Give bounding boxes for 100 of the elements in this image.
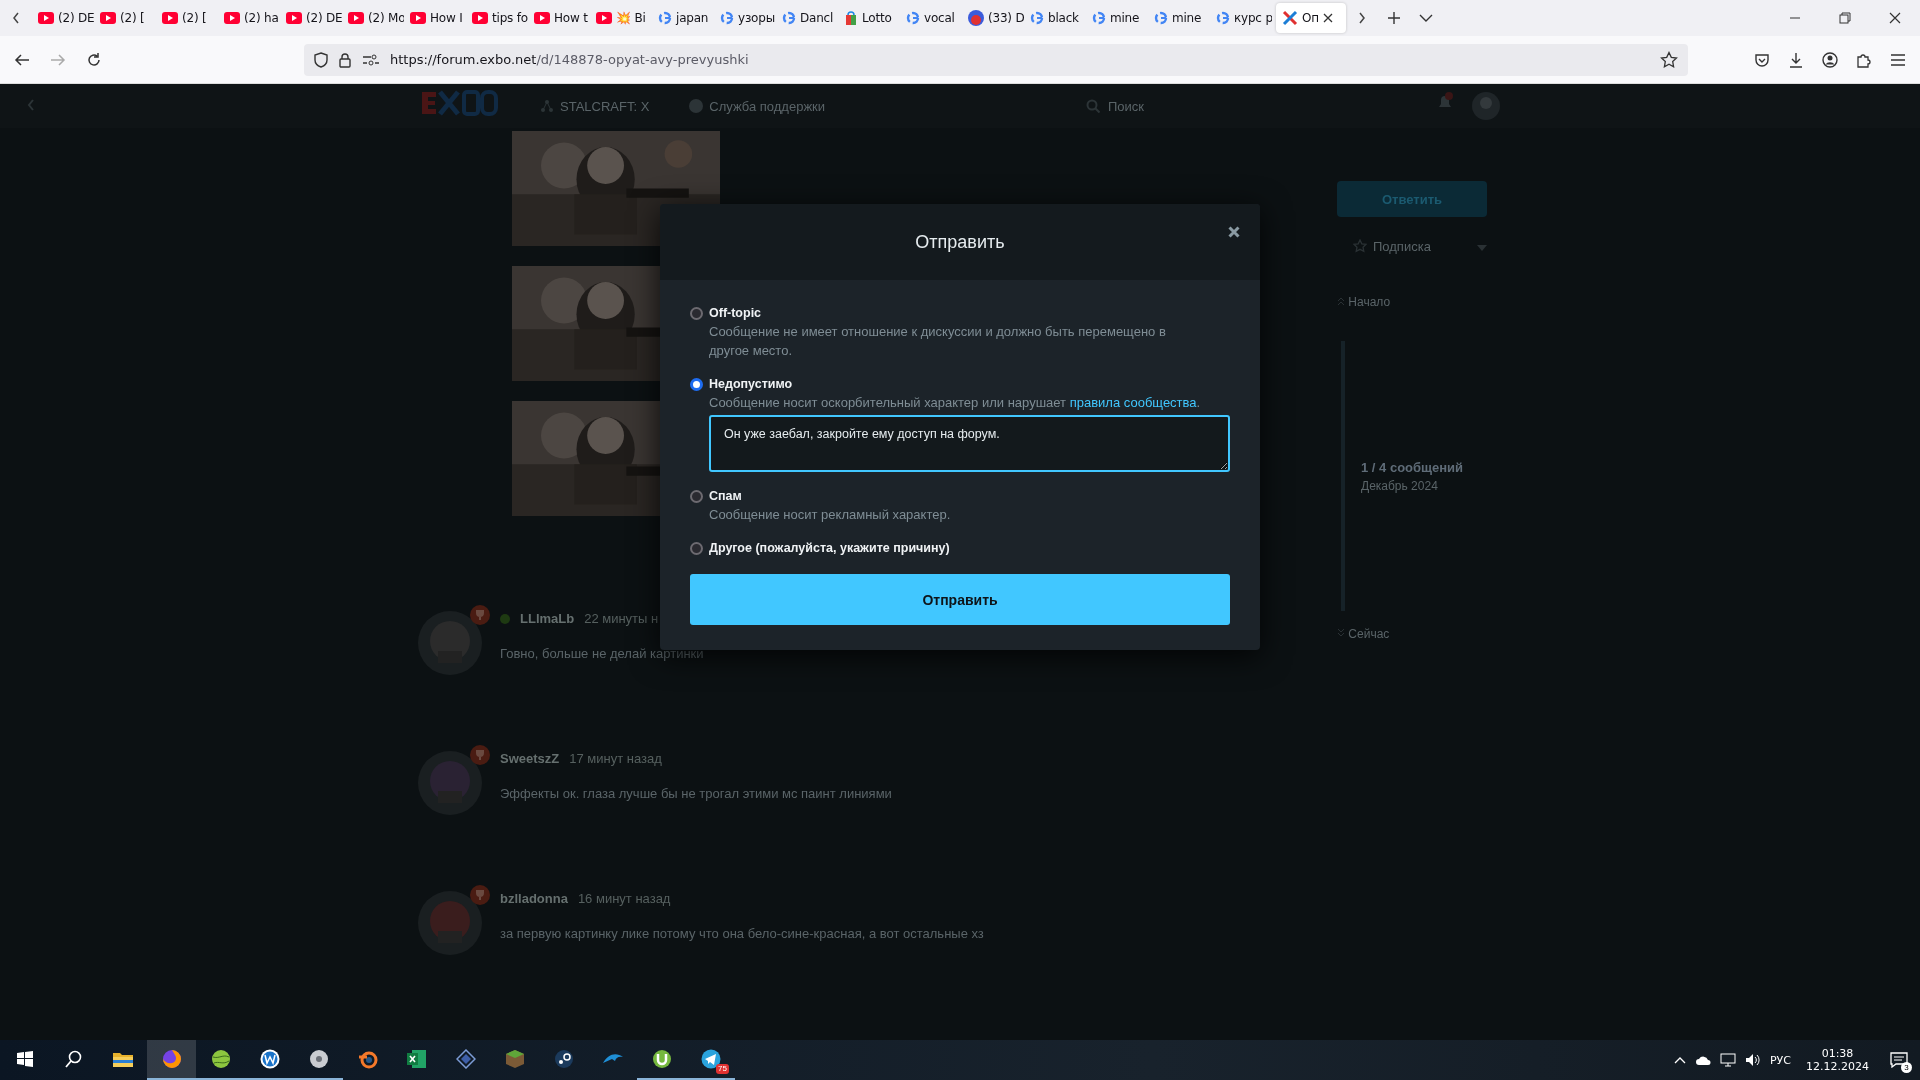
video-logo-icon [534, 12, 550, 24]
shopping-bag-icon [844, 11, 858, 25]
close-icon [1228, 226, 1240, 238]
option-label[interactable]: Спам [709, 489, 742, 503]
radio-button[interactable] [690, 306, 703, 320]
browser-tab[interactable]: (33) D [962, 3, 1024, 33]
author-name[interactable]: bzlladonna [500, 891, 568, 906]
address-bar[interactable]: https://forum.exbo.net/d/148878-opyat-avy-prevyushki [304, 43, 1688, 76]
submit-button[interactable]: Отправить [690, 574, 1230, 625]
caret-icon [1476, 244, 1487, 251]
g-logo-icon [1216, 11, 1230, 25]
reload-icon [86, 51, 102, 68]
option-label[interactable]: Другое (пожалуйста, укажите причину) [709, 541, 950, 555]
unread-badge: 75 [716, 1064, 729, 1074]
grass-block-icon [504, 1049, 525, 1069]
option-label[interactable]: Недопустимо [709, 377, 793, 391]
author-name[interactable]: LLlmaLb [520, 611, 575, 626]
radio-button[interactable] [690, 541, 703, 555]
browser-tab[interactable]: (2) [ [156, 3, 218, 33]
option-label[interactable]: Off-topic [709, 306, 762, 320]
g-logo-icon [906, 11, 920, 25]
chevron-left-icon [26, 97, 36, 112]
chevron-down-icon [1419, 13, 1433, 23]
double-chevron-down-icon [1337, 628, 1345, 638]
browser-tab[interactable]: Lotto [838, 3, 900, 33]
chevron-left-icon [11, 11, 21, 25]
browser-tab[interactable]: How t [528, 3, 590, 33]
disc-icon [308, 1049, 329, 1069]
url-text: https://forum.exbo.net/d/148878-opyat-avy-prevyushki [390, 52, 750, 67]
rules-link[interactable]: правила сообщества [1069, 395, 1197, 410]
video-logo-icon [348, 12, 364, 24]
g-logo-icon [1154, 11, 1168, 25]
double-chevron-up-icon [1337, 296, 1345, 306]
radio-button[interactable] [690, 377, 703, 391]
network-icon[interactable] [1720, 1053, 1736, 1067]
browser-tab[interactable]: black [1024, 3, 1086, 33]
puzzle-icon [1856, 51, 1872, 68]
g-logo-icon [1030, 11, 1044, 25]
browser-tab[interactable]: mine [1086, 3, 1148, 33]
browser-tab[interactable]: курс р [1210, 3, 1272, 33]
forward-arrow-icon [50, 52, 66, 67]
download-icon [1788, 51, 1804, 68]
layers-icon [455, 1049, 476, 1069]
pocket-icon [1754, 51, 1770, 68]
browser-tab[interactable]: Dancl [776, 3, 838, 33]
clock[interactable]: 01:38 12.12.2024 [1800, 1046, 1875, 1074]
g-logo-icon [782, 11, 796, 25]
taskbar-app-button[interactable]: 75 [686, 1040, 735, 1080]
browser-tab[interactable]: (2) [ [94, 3, 156, 33]
plus-icon [1387, 11, 1401, 25]
shield-icon [314, 51, 328, 68]
browser-tab[interactable]: (2) Mo [342, 3, 404, 33]
video-logo-icon [596, 12, 612, 24]
search-icon [64, 1050, 83, 1068]
reason-field[interactable]: Он уже заебал, закройте ему доступ на форум. [709, 415, 1230, 472]
browser-tab[interactable]: (2) DE [280, 3, 342, 33]
browser-tab[interactable]: Оп [1276, 3, 1346, 33]
browser-tab[interactable]: 💥 Bi [590, 3, 652, 33]
account-icon [1822, 51, 1838, 68]
browser-tab[interactable]: (2) DE [32, 3, 94, 33]
star-icon[interactable] [1660, 50, 1678, 69]
close-icon [1889, 12, 1901, 24]
g-logo-icon [720, 11, 734, 25]
letter-circle-icon [259, 1049, 280, 1069]
video-logo-icon [38, 12, 54, 24]
trophy-badge-icon [470, 885, 490, 905]
windows-logo-icon [16, 1051, 33, 1067]
video-logo-icon [410, 12, 426, 24]
steam-logo-icon [553, 1049, 574, 1069]
counter-badge-icon [968, 10, 984, 26]
post-date: Декабрь 2024 [1361, 478, 1439, 493]
speaker-icon[interactable] [1745, 1053, 1761, 1067]
browser-tab[interactable]: japan [652, 3, 714, 33]
search-icon [1086, 99, 1100, 113]
chevron-up-icon[interactable] [1674, 1056, 1686, 1064]
menu-icon [1890, 52, 1906, 67]
back-arrow-icon [14, 52, 30, 67]
option-description: Сообщение не имеет отношение к дискуссии и должно быть перемещено в другое место. [709, 323, 1167, 360]
post-text: за первую картинку лике потому что она бело-сине-красная, а вот остальные хз [500, 926, 984, 941]
radio-button[interactable] [690, 489, 703, 503]
trophy-badge-icon [470, 605, 490, 625]
cloud-icon[interactable] [1695, 1055, 1711, 1065]
trophy-badge-icon [470, 745, 490, 765]
lock-icon [338, 51, 352, 68]
fox-globe-icon [161, 1049, 182, 1069]
modal-title: Отправить [915, 231, 1005, 253]
browser-tab[interactable]: How I [404, 3, 466, 33]
close-icon[interactable] [1322, 13, 1333, 23]
browser-tab[interactable]: узоры [714, 3, 776, 33]
message-icon [1890, 1052, 1908, 1068]
browser-tab[interactable]: vocal [900, 3, 962, 33]
video-logo-icon [100, 12, 116, 24]
browser-tab[interactable]: mine [1148, 3, 1210, 33]
post-position: 1 / 4 сообщений [1361, 459, 1465, 475]
input-language[interactable]: РУС [1770, 1053, 1791, 1067]
torrent-icon [651, 1049, 672, 1069]
browser-tab[interactable]: tips fo [466, 3, 528, 33]
author-name[interactable]: SweetszZ [500, 751, 560, 766]
video-logo-icon [286, 12, 302, 24]
browser-tab[interactable]: (2) ha [218, 3, 280, 33]
